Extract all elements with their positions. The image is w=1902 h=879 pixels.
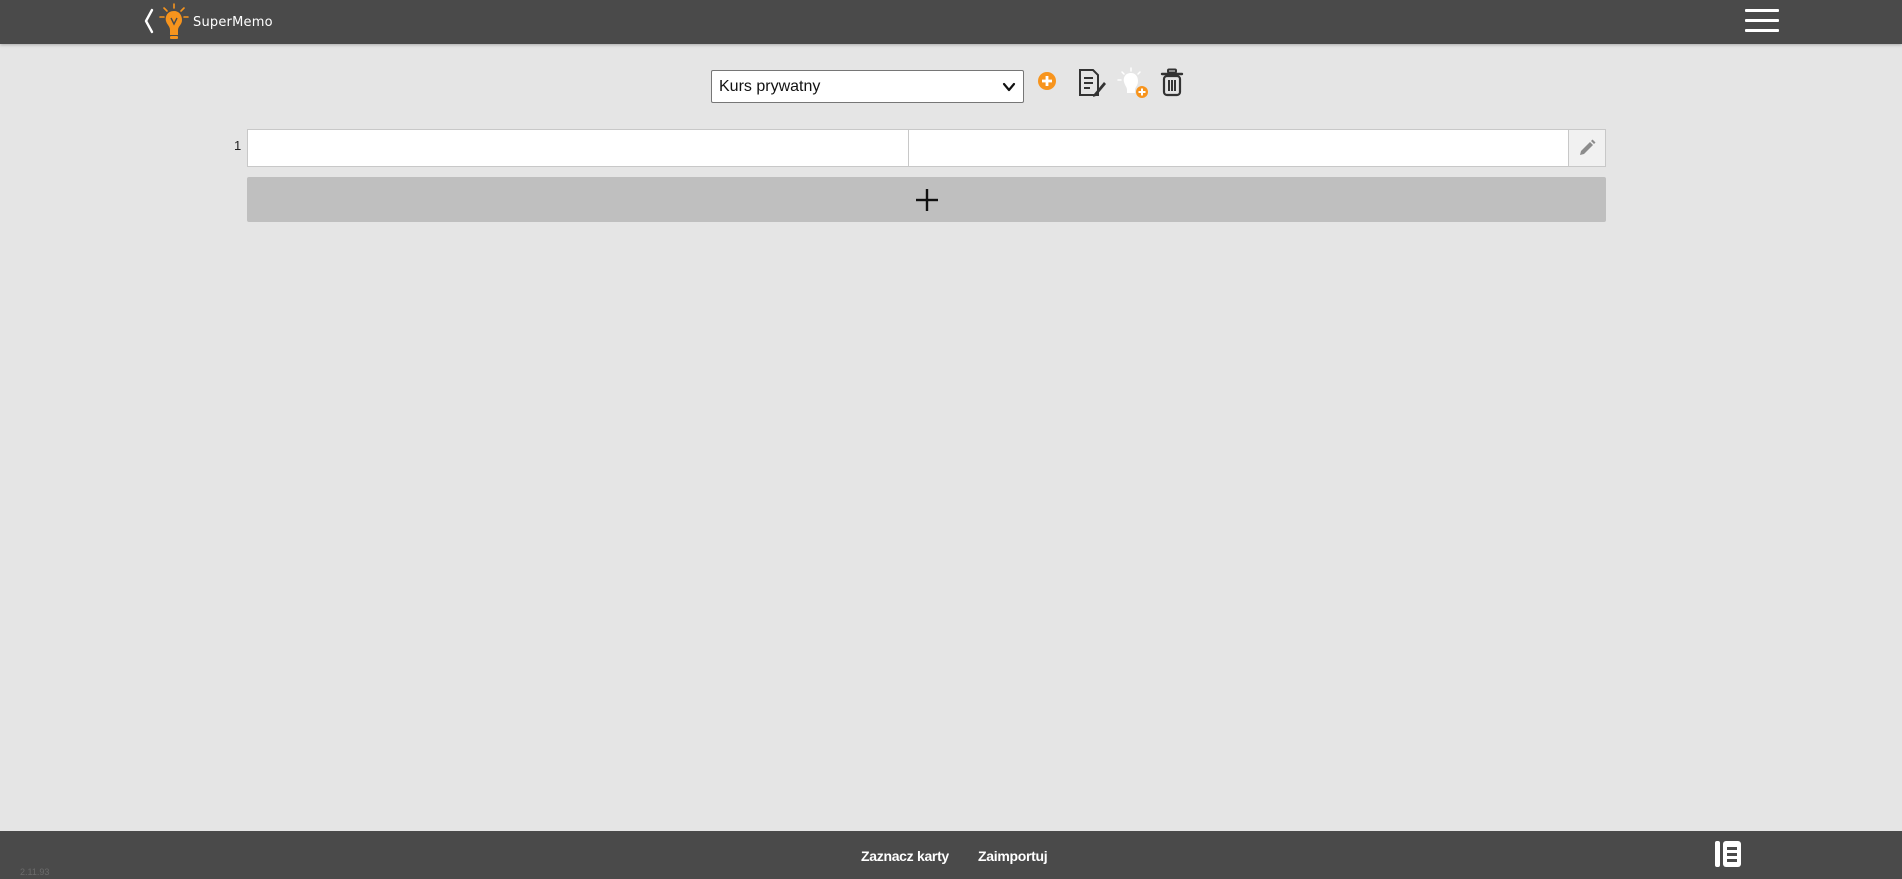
course-toolbar: Kurs prywatny <box>711 69 1024 104</box>
edit-card-button[interactable] <box>1569 130 1605 166</box>
add-lightbulb-icon[interactable] <box>1116 66 1150 100</box>
course-select-value: Kurs prywatny <box>719 78 821 95</box>
bottom-bar: Zaznacz karty Zaimportuj <box>0 831 1902 879</box>
version-label: 2.11.93 <box>20 867 50 877</box>
edit-course-icon[interactable] <box>1077 67 1107 99</box>
lightbulb-logo-icon <box>159 3 189 39</box>
row-number: 1 <box>234 138 242 153</box>
add-course-icon[interactable] <box>1037 71 1057 91</box>
import-button[interactable]: Zaimportuj <box>978 848 1048 864</box>
delete-course-icon[interactable] <box>1160 68 1184 97</box>
card-front-input[interactable] <box>248 130 909 166</box>
add-card-button[interactable] <box>247 177 1606 222</box>
hamburger-menu-icon[interactable] <box>1745 9 1779 33</box>
table-row <box>247 129 1606 167</box>
card-back-input[interactable] <box>908 130 1569 166</box>
select-cards-button[interactable]: Zaznacz karty <box>861 848 949 864</box>
supermemo-logo[interactable]: SuperMemo <box>157 2 273 42</box>
plus-icon <box>915 188 938 211</box>
top-bar: SuperMemo <box>0 0 1902 44</box>
course-select[interactable]: Kurs prywatny <box>711 70 1024 103</box>
chevron-down-icon <box>1002 82 1016 92</box>
pencil-icon <box>1580 139 1596 155</box>
brand-name: SuperMemo <box>193 14 273 30</box>
list-view-icon[interactable] <box>1714 839 1742 869</box>
chevron-left-icon[interactable] <box>143 8 155 34</box>
